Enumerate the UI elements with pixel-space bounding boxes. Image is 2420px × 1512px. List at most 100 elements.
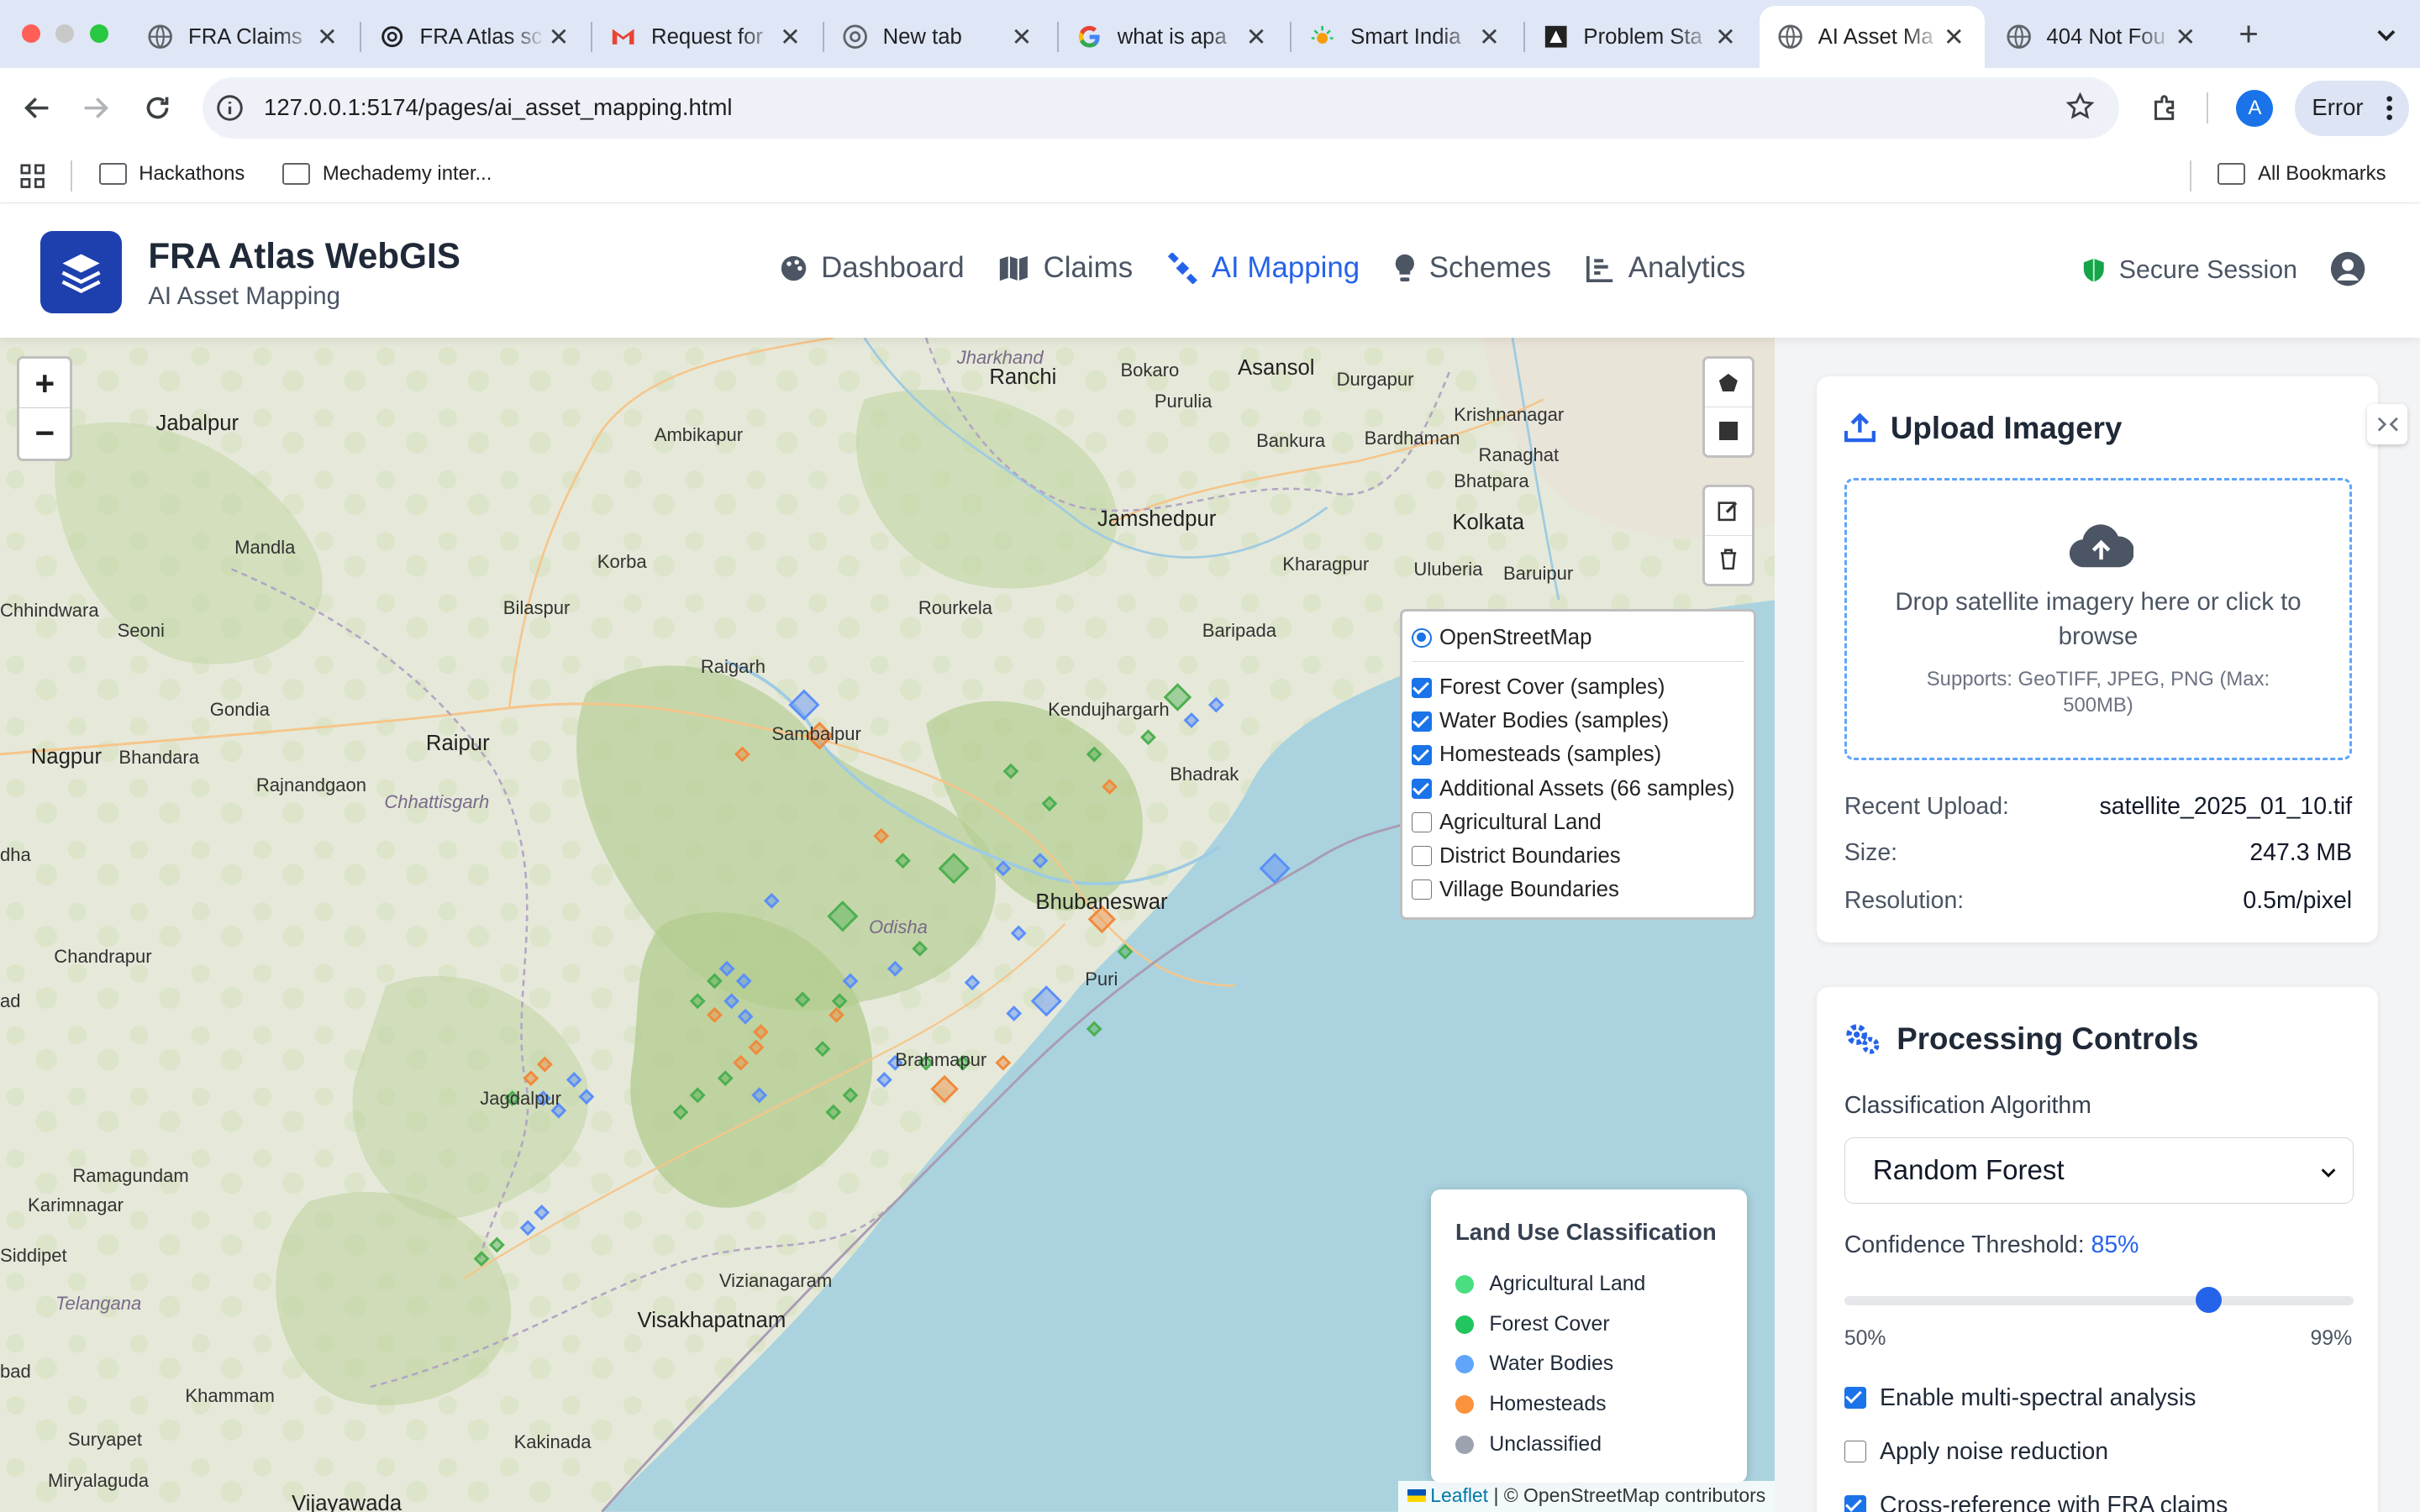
asset-polygon[interactable] [842,973,859,990]
browser-tab-active[interactable]: AI Asset Ma ✕ [1759,6,1985,68]
option-checkbox[interactable] [1844,1494,1866,1512]
asset-polygon[interactable] [753,1024,769,1041]
asset-polygon[interactable] [964,974,981,991]
asset-polygon[interactable] [689,1087,706,1104]
asset-polygon[interactable] [829,1007,844,1023]
asset-polygon[interactable] [995,1055,1012,1071]
close-window-button[interactable] [21,24,40,44]
browser-tab[interactable]: Smart India ✕ [1292,6,1520,67]
asset-polygon[interactable] [706,973,723,990]
overlay-layer-toggle[interactable]: Village Boundaries [1411,873,1744,906]
asset-polygon[interactable] [536,1056,553,1073]
close-tab-icon[interactable]: ✕ [546,23,571,52]
browser-tab[interactable]: FRA Claims ✕ [129,6,358,67]
overlay-layer-toggle[interactable]: Forest Cover (samples) [1411,671,1744,705]
asset-polygon[interactable] [689,993,706,1010]
asset-polygon[interactable] [1140,729,1156,746]
asset-polygon[interactable] [873,828,890,844]
asset-polygon[interactable] [831,993,848,1010]
close-tab-icon[interactable]: ✕ [315,23,339,52]
processing-option[interactable]: Apply noise reduction [1844,1438,2108,1466]
bookmark-folder[interactable]: Hackathons [98,162,245,186]
asset-polygon[interactable] [1032,853,1049,869]
asset-polygon[interactable] [895,853,911,869]
map-view[interactable]: Jharkhand Bokaro Asansol Durgapur Ranchi… [0,338,1776,1512]
option-checkbox[interactable] [1844,1387,1866,1409]
asset-polygon[interactable] [706,1007,723,1023]
zoom-out-button[interactable]: − [19,408,70,458]
user-account-icon[interactable] [2330,251,2365,293]
edit-layers-icon[interactable] [1705,487,1752,535]
asset-polygon[interactable] [1086,1021,1102,1037]
asset-polygon[interactable] [827,900,859,932]
nav-analytics[interactable]: Analytics [1586,251,1745,285]
address-bar[interactable]: 127.0.0.1:5174/pages/ai_asset_mapping.ht… [202,76,2119,139]
asset-polygon[interactable] [737,1008,754,1025]
asset-polygon[interactable] [814,1041,831,1058]
asset-polygon[interactable] [1030,985,1062,1017]
overlay-checkbox[interactable] [1411,745,1432,765]
browser-tab[interactable]: Request for ✕ [592,6,821,67]
maximize-window-button[interactable] [89,24,108,44]
asset-polygon[interactable] [794,991,811,1008]
browser-tab[interactable]: Problem Sta ✕ [1525,6,1757,67]
slider-thumb[interactable] [2196,1286,2223,1314]
zoom-in-button[interactable]: + [19,359,71,409]
reload-icon[interactable] [136,87,179,129]
asset-polygon[interactable] [519,1220,536,1236]
browser-tab[interactable]: FRA Atlas sc ✕ [361,6,590,67]
asset-polygon[interactable] [717,1070,734,1087]
algorithm-select[interactable]: Random Forest [1844,1137,2354,1204]
browser-tab[interactable]: 404 Not Fou ✕ [1988,6,2217,67]
tab-search-chevron-icon[interactable] [2365,13,2407,55]
asset-polygon[interactable] [1006,1005,1023,1022]
bookmark-star-icon[interactable] [2065,92,2095,127]
layers-logo-icon[interactable] [39,231,123,313]
asset-polygon[interactable] [763,893,780,910]
asset-polygon[interactable] [534,1205,550,1221]
asset-polygon[interactable] [995,860,1012,877]
asset-polygon[interactable] [578,1089,595,1105]
confidence-slider[interactable] [1844,1286,2354,1314]
browser-tab[interactable]: New tab ✕ [824,6,1053,67]
asset-polygon[interactable] [523,1070,539,1087]
delete-layers-icon[interactable] [1704,534,1753,583]
close-tab-icon[interactable]: ✕ [1009,23,1034,52]
processing-option[interactable]: Cross-reference with FRA claims [1844,1492,2228,1512]
base-layer-openstreetmap[interactable]: OpenStreetMap [1411,622,1744,655]
nav-ai-mapping[interactable]: AI Mapping [1167,251,1360,285]
close-tab-icon[interactable]: ✕ [1477,23,1502,52]
overlay-checkbox[interactable] [1411,779,1432,799]
draw-rectangle-icon[interactable] [1704,407,1753,454]
forward-arrow-icon[interactable] [74,87,117,129]
nav-schemes[interactable]: Schemes [1394,251,1551,285]
asset-polygon[interactable] [788,689,820,721]
asset-polygon[interactable] [1041,795,1058,812]
collapse-panel-icon[interactable] [2367,404,2408,444]
nav-dashboard[interactable]: Dashboard [780,251,965,285]
overlay-layer-toggle[interactable]: Agricultural Land [1411,806,1744,839]
overlay-checkbox[interactable] [1411,846,1432,866]
asset-polygon[interactable] [723,993,740,1010]
asset-polygon[interactable] [718,961,735,977]
overlay-checkbox[interactable] [1411,812,1432,832]
minimize-window-button[interactable] [55,24,75,44]
imagery-dropzone[interactable]: Drop satellite imagery here or click to … [1844,478,2353,761]
asset-polygon[interactable] [912,941,929,957]
asset-polygon[interactable] [488,1236,505,1253]
overlay-checkbox[interactable] [1411,879,1432,900]
close-tab-icon[interactable]: ✕ [2173,23,2197,52]
option-checkbox[interactable] [1844,1441,1866,1463]
close-tab-icon[interactable]: ✕ [1244,23,1268,52]
asset-polygon[interactable] [825,1104,842,1121]
error-button[interactable]: Error [2295,80,2410,136]
asset-polygon[interactable] [1207,696,1224,713]
apps-grid-icon[interactable] [20,164,45,195]
all-bookmarks-folder[interactable]: All Bookmarks [2217,162,2386,186]
asset-polygon[interactable] [748,1039,765,1056]
asset-polygon[interactable] [1086,746,1102,763]
processing-option[interactable]: Enable multi-spectral analysis [1844,1384,2196,1412]
overlay-checkbox[interactable] [1411,711,1432,732]
overlay-layer-toggle[interactable]: Water Bodies (samples) [1411,705,1744,738]
asset-polygon[interactable] [1002,763,1019,780]
